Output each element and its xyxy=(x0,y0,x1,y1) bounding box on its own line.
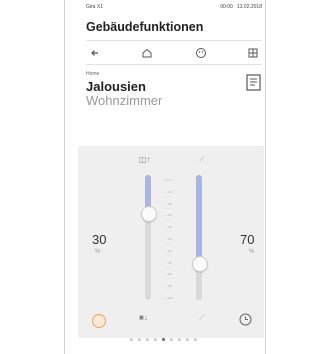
app-name: Gira X1 xyxy=(86,4,103,10)
status-time: 00:00 xyxy=(220,4,233,10)
blind-down-icon[interactable]: ■↓ xyxy=(139,313,148,322)
slat-unit: % xyxy=(249,249,255,255)
header-divider xyxy=(86,40,262,41)
tick-label: — 40 — xyxy=(164,225,172,233)
tick-label: — 60 — xyxy=(164,249,172,257)
tick-label: — 10 — xyxy=(164,190,172,198)
page-dot[interactable] xyxy=(130,338,133,341)
face-icon[interactable] xyxy=(194,46,208,60)
status-datetime: 00:00 13.02.2018 xyxy=(220,4,262,10)
page-dot[interactable] xyxy=(170,338,173,341)
page-dot[interactable] xyxy=(186,338,189,341)
height-unit: % xyxy=(95,249,101,255)
home-icon[interactable] xyxy=(140,46,154,60)
toolbar-divider xyxy=(86,64,262,65)
breadcrumb: Home xyxy=(86,71,100,77)
tick-label: — 80 — xyxy=(164,272,172,280)
blind-up-icon[interactable]: ◫↑ xyxy=(139,155,151,164)
timer-icon[interactable] xyxy=(239,313,252,326)
page-title: Gebäudefunktionen xyxy=(86,20,204,34)
slat-slider-knob[interactable] xyxy=(192,256,208,272)
slat-slider-fill xyxy=(196,175,202,263)
back-arrow-icon[interactable] xyxy=(88,46,102,60)
nav-toolbar xyxy=(86,44,262,62)
tick-label: — 100 — xyxy=(163,296,173,304)
auto-mode-icon[interactable] xyxy=(92,314,106,328)
tick-label: — 90 — xyxy=(164,284,172,292)
height-value: 30 xyxy=(92,232,107,247)
page-indicator xyxy=(130,337,210,343)
slat-angle-icon[interactable]: ⟋ xyxy=(199,155,205,165)
page-dot[interactable] xyxy=(162,338,165,341)
grid-icon[interactable] xyxy=(246,46,260,60)
status-date: 13.02.2018 xyxy=(236,4,262,10)
page-dot[interactable] xyxy=(138,338,141,341)
document-icon[interactable] xyxy=(246,74,262,92)
room-name: Wohnzimmer xyxy=(86,93,163,108)
height-slider-knob[interactable] xyxy=(141,206,157,222)
status-bar: Gira X1 00:00 13.02.2018 xyxy=(86,4,262,14)
page-dot[interactable] xyxy=(178,338,181,341)
tick-label: — 0 — xyxy=(163,178,173,182)
page-dot[interactable] xyxy=(146,338,149,341)
tick-label: — 70 — xyxy=(164,261,172,269)
device-name: Jalousien xyxy=(86,79,146,94)
tick-label: — 20 — xyxy=(164,202,172,210)
page-dot[interactable] xyxy=(154,338,157,341)
tick-label: — 50 — xyxy=(164,237,172,245)
slat-value: 70 xyxy=(240,232,255,247)
tick-label: — 30 — xyxy=(164,213,172,221)
page-dot[interactable] xyxy=(194,338,197,341)
slat-close-icon[interactable]: ⟋ xyxy=(199,313,205,323)
